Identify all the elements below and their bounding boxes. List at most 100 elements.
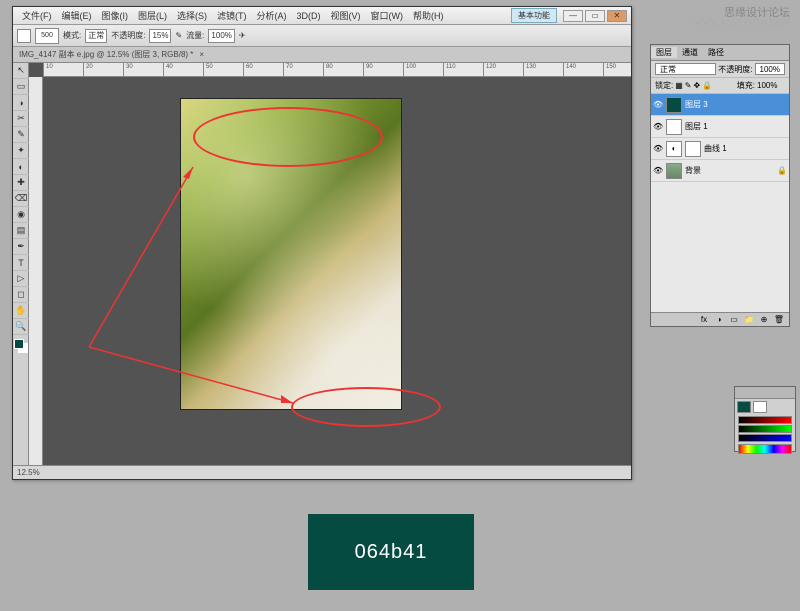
menubar: 文件(F) 编辑(E) 图像(I) 图层(L) 选择(S) 滤镜(T) 分析(A… bbox=[13, 7, 631, 25]
gradient-tool[interactable]: ◉ bbox=[13, 207, 29, 223]
layer-name[interactable]: 曲线 1 bbox=[704, 143, 727, 154]
foreground-color-swatch[interactable] bbox=[14, 339, 24, 349]
lock-position-icon[interactable]: ✥ bbox=[694, 81, 701, 90]
tab-layers[interactable]: 图层 bbox=[651, 47, 677, 58]
tab-close-icon[interactable]: × bbox=[199, 50, 204, 59]
text-tool[interactable]: T bbox=[13, 255, 29, 271]
opacity-label: 不透明度: bbox=[111, 30, 145, 41]
eyedropper-tool[interactable]: ✎ bbox=[13, 127, 29, 143]
layer-name[interactable]: 背景 bbox=[685, 165, 701, 176]
airbrush-icon[interactable]: ✈ bbox=[239, 31, 246, 40]
lock-pixels-icon[interactable]: ✎ bbox=[685, 81, 692, 90]
layer-list: 👁 图层 3 👁 图层 1 👁 ◐ 曲线 1 👁 背景 🔒 bbox=[651, 94, 789, 312]
pen-tool[interactable]: ✒ bbox=[13, 239, 29, 255]
menu-file[interactable]: 文件(F) bbox=[17, 9, 57, 22]
tab-channels[interactable]: 通道 bbox=[677, 47, 703, 58]
layer-mask-thumbnail[interactable] bbox=[685, 141, 701, 157]
layer-group-icon[interactable]: 📁 bbox=[743, 315, 755, 324]
tablet-pressure-opacity-icon[interactable]: ✎ bbox=[175, 31, 182, 40]
panel-tabs: 图层 通道 路径 bbox=[651, 45, 789, 61]
flow-field[interactable]: 100% bbox=[208, 29, 234, 43]
opacity-field[interactable]: 15% bbox=[149, 29, 171, 43]
delete-layer-icon[interactable]: 🗑 bbox=[773, 315, 785, 324]
fill-field[interactable]: 100% bbox=[757, 81, 785, 90]
toolbox: ↖ ▭ ◑ ✂ ✎ ✦ ◐ ✚ ⌫ ◉ ▤ ✒ T ▷ ◻ ✋ 🔍 bbox=[13, 63, 29, 479]
stamp-tool[interactable]: ✚ bbox=[13, 175, 29, 191]
marquee-tool[interactable]: ▭ bbox=[13, 79, 29, 95]
layer-thumbnail[interactable] bbox=[666, 97, 682, 113]
layer-row[interactable]: 👁 图层 1 bbox=[651, 116, 789, 138]
layer-opacity-field[interactable]: 100% bbox=[755, 63, 785, 75]
zoom-tool[interactable]: 🔍 bbox=[13, 319, 29, 335]
hand-tool[interactable]: ✋ bbox=[13, 303, 29, 319]
path-tool[interactable]: ▷ bbox=[13, 271, 29, 287]
color-panel bbox=[734, 386, 796, 452]
layer-row[interactable]: 👁 图层 3 bbox=[651, 94, 789, 116]
mode-label: 模式: bbox=[63, 30, 81, 41]
lasso-tool[interactable]: ◑ bbox=[13, 95, 29, 111]
lock-transparent-icon[interactable]: ▦ bbox=[675, 81, 683, 90]
menu-3d[interactable]: 3D(D) bbox=[292, 11, 326, 21]
visibility-icon[interactable]: 👁 bbox=[653, 100, 663, 109]
visibility-icon[interactable]: 👁 bbox=[653, 144, 663, 153]
layer-thumbnail[interactable]: ◐ bbox=[666, 141, 682, 157]
vertical-ruler bbox=[29, 77, 43, 465]
layer-fx-icon[interactable]: fx bbox=[698, 315, 710, 324]
menu-window[interactable]: 窗口(W) bbox=[366, 9, 409, 22]
adjustment-layer-icon[interactable]: ▭ bbox=[728, 315, 740, 324]
blend-mode-select[interactable]: 正常 bbox=[655, 63, 716, 75]
color-bg-swatch[interactable] bbox=[753, 401, 767, 413]
menu-analysis[interactable]: 分析(A) bbox=[252, 9, 292, 22]
canvas-area[interactable] bbox=[43, 77, 631, 465]
menu-filter[interactable]: 滤镜(T) bbox=[212, 9, 252, 22]
layer-row[interactable]: 👁 背景 🔒 bbox=[651, 160, 789, 182]
visibility-icon[interactable]: 👁 bbox=[653, 166, 663, 175]
healing-tool[interactable]: ✦ bbox=[13, 143, 29, 159]
new-layer-icon[interactable]: ⊕ bbox=[758, 315, 770, 324]
zoom-level[interactable]: 12.5% bbox=[17, 468, 40, 477]
color-slider-b[interactable] bbox=[738, 434, 792, 442]
lock-label: 锁定: bbox=[655, 80, 673, 91]
move-tool[interactable]: ↖ bbox=[13, 63, 29, 79]
menu-edit[interactable]: 编辑(E) bbox=[57, 9, 97, 22]
document-tab[interactable]: IMG_4147 副本 e.jpg @ 12.5% (图层 3, RGB/8) … bbox=[13, 47, 631, 63]
lock-all-icon[interactable]: 🔒 bbox=[702, 81, 712, 90]
workspace-button[interactable]: 基本功能 bbox=[511, 8, 557, 23]
eraser-tool[interactable]: ⌫ bbox=[13, 191, 29, 207]
menu-layer[interactable]: 图层(L) bbox=[133, 9, 172, 22]
color-slider-r[interactable] bbox=[738, 416, 792, 424]
menu-help[interactable]: 帮助(H) bbox=[408, 9, 449, 22]
layer-mask-icon[interactable]: ◑ bbox=[713, 315, 725, 324]
layer-name[interactable]: 图层 1 bbox=[685, 121, 708, 132]
tool-preset-icon[interactable] bbox=[17, 29, 31, 43]
layer-thumbnail[interactable] bbox=[666, 163, 682, 179]
menu-view[interactable]: 视图(V) bbox=[326, 9, 366, 22]
menu-image[interactable]: 图像(I) bbox=[97, 9, 134, 22]
layer-thumbnail[interactable] bbox=[666, 119, 682, 135]
shape-tool[interactable]: ◻ bbox=[13, 287, 29, 303]
dodge-tool[interactable]: ▤ bbox=[13, 223, 29, 239]
visibility-icon[interactable]: 👁 bbox=[653, 122, 663, 131]
maximize-button[interactable]: ▭ bbox=[585, 10, 605, 22]
flow-label: 流量: bbox=[186, 30, 204, 41]
menu-select[interactable]: 选择(S) bbox=[172, 9, 212, 22]
color-slider-g[interactable] bbox=[738, 425, 792, 433]
fill-label: 填充: bbox=[737, 80, 755, 91]
brush-tool[interactable]: ◐ bbox=[13, 159, 29, 175]
mode-select[interactable]: 正常 bbox=[85, 29, 107, 43]
layer-name[interactable]: 图层 3 bbox=[685, 99, 708, 110]
minimize-button[interactable]: — bbox=[563, 10, 583, 22]
layer-row[interactable]: 👁 ◐ 曲线 1 bbox=[651, 138, 789, 160]
document-image bbox=[181, 99, 401, 409]
color-spectrum[interactable] bbox=[738, 444, 792, 454]
opacity-label: 不透明度: bbox=[718, 64, 752, 75]
color-swatches[interactable] bbox=[14, 339, 28, 353]
close-button[interactable]: ✕ bbox=[607, 10, 627, 22]
crop-tool[interactable]: ✂ bbox=[13, 111, 29, 127]
tab-paths[interactable]: 路径 bbox=[703, 47, 729, 58]
photoshop-window: 文件(F) 编辑(E) 图像(I) 图层(L) 选择(S) 滤镜(T) 分析(A… bbox=[12, 6, 632, 480]
brush-preview[interactable]: 500 bbox=[35, 28, 59, 44]
document-title: IMG_4147 副本 e.jpg @ 12.5% (图层 3, RGB/8) … bbox=[19, 49, 193, 60]
color-panel-tabs[interactable] bbox=[735, 387, 795, 399]
color-fg-swatch[interactable] bbox=[737, 401, 751, 413]
